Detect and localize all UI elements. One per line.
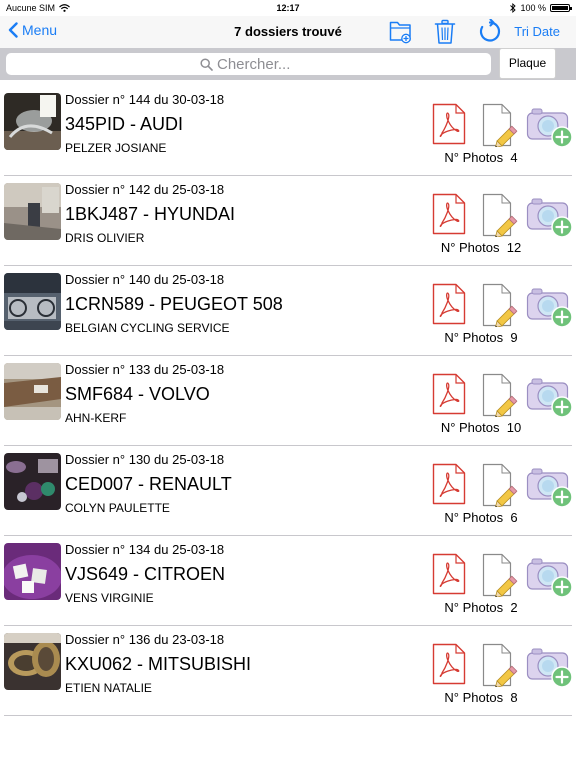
dossier-number-date: Dossier n° 140 du 25-03-18 <box>65 272 225 287</box>
dossier-list: Dossier n° 144 du 30-03-18 345PID - AUDI P… <box>0 86 576 716</box>
dossier-row[interactable]: Dossier n° 144 du 30-03-18 345PID - AUDI P… <box>0 86 576 176</box>
owner-name: DRIS OLIVIER <box>65 231 145 245</box>
add-photo-icon[interactable] <box>526 554 574 605</box>
menu-back-label: Menu <box>22 22 58 38</box>
battery-icon <box>550 4 572 12</box>
dossier-row[interactable]: Dossier n° 140 du 25-03-18 1CRN589 - PEUG… <box>0 266 576 356</box>
owner-name: VENS VIRGINIE <box>65 591 154 605</box>
dossier-thumbnail[interactable] <box>4 633 61 690</box>
photos-count: N° Photos 6 <box>420 510 542 525</box>
photos-label: N° Photos <box>444 510 504 525</box>
photos-count-value: 2 <box>510 600 518 615</box>
owner-name: PELZER JOSIANE <box>65 141 167 155</box>
trash-icon[interactable] <box>434 19 456 45</box>
dossier-number-date: Dossier n° 130 du 25-03-18 <box>65 452 225 467</box>
photos-count: N° Photos 8 <box>420 690 542 705</box>
edit-document-icon[interactable] <box>482 463 522 512</box>
search-scope-plaque-button[interactable]: Plaque <box>499 48 556 79</box>
search-input[interactable] <box>217 55 297 73</box>
pdf-icon[interactable] <box>432 193 466 240</box>
vehicle-plate-title: 1BKJ487 - HYUNDAI <box>65 204 236 224</box>
owner-name: AHN-KERF <box>65 411 127 425</box>
dossier-number-date: Dossier n° 142 du 25-03-18 <box>65 182 225 197</box>
photos-count: N° Photos 12 <box>420 240 542 255</box>
photos-label: N° Photos <box>440 240 500 255</box>
edit-document-icon[interactable] <box>482 643 522 692</box>
add-photo-icon[interactable] <box>526 284 574 335</box>
photos-count: N° Photos 9 <box>420 330 542 345</box>
pdf-icon[interactable] <box>432 463 466 510</box>
search-bar: Plaque <box>0 48 576 80</box>
chevron-left-icon <box>8 22 18 38</box>
edit-document-icon[interactable] <box>482 193 522 242</box>
dossier-row[interactable]: Dossier n° 136 du 23-03-18 KXU062 - MITSU… <box>0 626 576 716</box>
vehicle-plate-title: SMF684 - VOLVO <box>65 384 210 404</box>
vehicle-plate-title: CED007 - RENAULT <box>65 474 232 494</box>
edit-document-icon[interactable] <box>482 283 522 332</box>
pdf-icon[interactable] <box>432 553 466 600</box>
owner-name: ETIEN NATALIE <box>65 681 152 695</box>
photos-label: N° Photos <box>444 150 504 165</box>
dossier-row[interactable]: Dossier n° 134 du 25-03-18 VJS649 - CITRO… <box>0 536 576 626</box>
navigation-bar: Menu 7 dossiers trouvé Tri Date <box>0 16 576 48</box>
menu-back-button[interactable]: Menu <box>8 22 57 38</box>
owner-name: BELGIAN CYCLING SERVICE <box>65 321 230 335</box>
photos-count-value: 12 <box>506 240 522 255</box>
photos-count: N° Photos 2 <box>420 600 542 615</box>
photos-count-value: 10 <box>506 420 522 435</box>
dossier-row[interactable]: Dossier n° 142 du 25-03-18 1BKJ487 - HYUN… <box>0 176 576 266</box>
battery-label: 100 % <box>520 3 546 13</box>
search-field[interactable] <box>6 53 491 75</box>
add-photo-icon[interactable] <box>526 374 574 425</box>
dossier-row[interactable]: Dossier n° 133 du 25-03-18 SMF684 - VOLVO… <box>0 356 576 446</box>
photos-count: N° Photos 10 <box>420 420 542 435</box>
dossier-thumbnail[interactable] <box>4 273 61 330</box>
add-photo-icon[interactable] <box>526 194 574 245</box>
dossier-thumbnail[interactable] <box>4 453 61 510</box>
vehicle-plate-title: 345PID - AUDI <box>65 114 184 134</box>
edit-document-icon[interactable] <box>482 373 522 422</box>
photos-count-value: 4 <box>510 150 518 165</box>
photos-count: N° Photos 4 <box>420 150 542 165</box>
dossier-thumbnail[interactable] <box>4 183 61 240</box>
pdf-icon[interactable] <box>432 103 466 150</box>
dossier-thumbnail[interactable] <box>4 363 61 420</box>
refresh-icon[interactable] <box>478 19 502 45</box>
dossier-thumbnail[interactable] <box>4 93 61 150</box>
photos-label: N° Photos <box>444 690 504 705</box>
dossier-number-date: Dossier n° 136 du 23-03-18 <box>65 632 225 647</box>
new-folder-icon[interactable] <box>389 19 413 45</box>
dossier-number-date: Dossier n° 134 du 25-03-18 <box>65 542 225 557</box>
add-photo-icon[interactable] <box>526 104 574 155</box>
edit-document-icon[interactable] <box>482 553 522 602</box>
photos-label: N° Photos <box>440 420 500 435</box>
status-time: 12:17 <box>276 3 300 13</box>
dossier-number-date: Dossier n° 133 du 25-03-18 <box>65 362 225 377</box>
pdf-icon[interactable] <box>432 283 466 330</box>
dossier-thumbnail[interactable] <box>4 543 61 600</box>
photos-label: N° Photos <box>444 600 504 615</box>
status-right: 100 % <box>510 3 572 13</box>
vehicle-plate-title: KXU062 - MITSUBISHI <box>65 654 252 674</box>
owner-name: COLYN PAULETTE <box>65 501 170 515</box>
dossier-row[interactable]: Dossier n° 130 du 25-03-18 CED007 - RENAU… <box>0 446 576 536</box>
photos-count-value: 8 <box>510 690 518 705</box>
pdf-icon[interactable] <box>432 373 466 420</box>
photos-count-value: 9 <box>510 330 518 345</box>
search-icon <box>200 57 213 71</box>
vehicle-plate-title: 1CRN589 - PEUGEOT 508 <box>65 294 283 314</box>
sort-by-date-button[interactable]: Tri Date <box>514 24 560 39</box>
edit-document-icon[interactable] <box>482 103 522 152</box>
bluetooth-icon <box>510 3 517 13</box>
photos-label: N° Photos <box>444 330 504 345</box>
vehicle-plate-title: VJS649 - CITROEN <box>65 564 226 584</box>
add-photo-icon[interactable] <box>526 464 574 515</box>
pdf-icon[interactable] <box>432 643 466 690</box>
status-bar: Aucune SIM 12:17 100 % <box>0 0 576 16</box>
dossier-number-date: Dossier n° 144 du 30-03-18 <box>65 92 225 107</box>
photos-count-value: 6 <box>510 510 518 525</box>
add-photo-icon[interactable] <box>526 644 574 695</box>
